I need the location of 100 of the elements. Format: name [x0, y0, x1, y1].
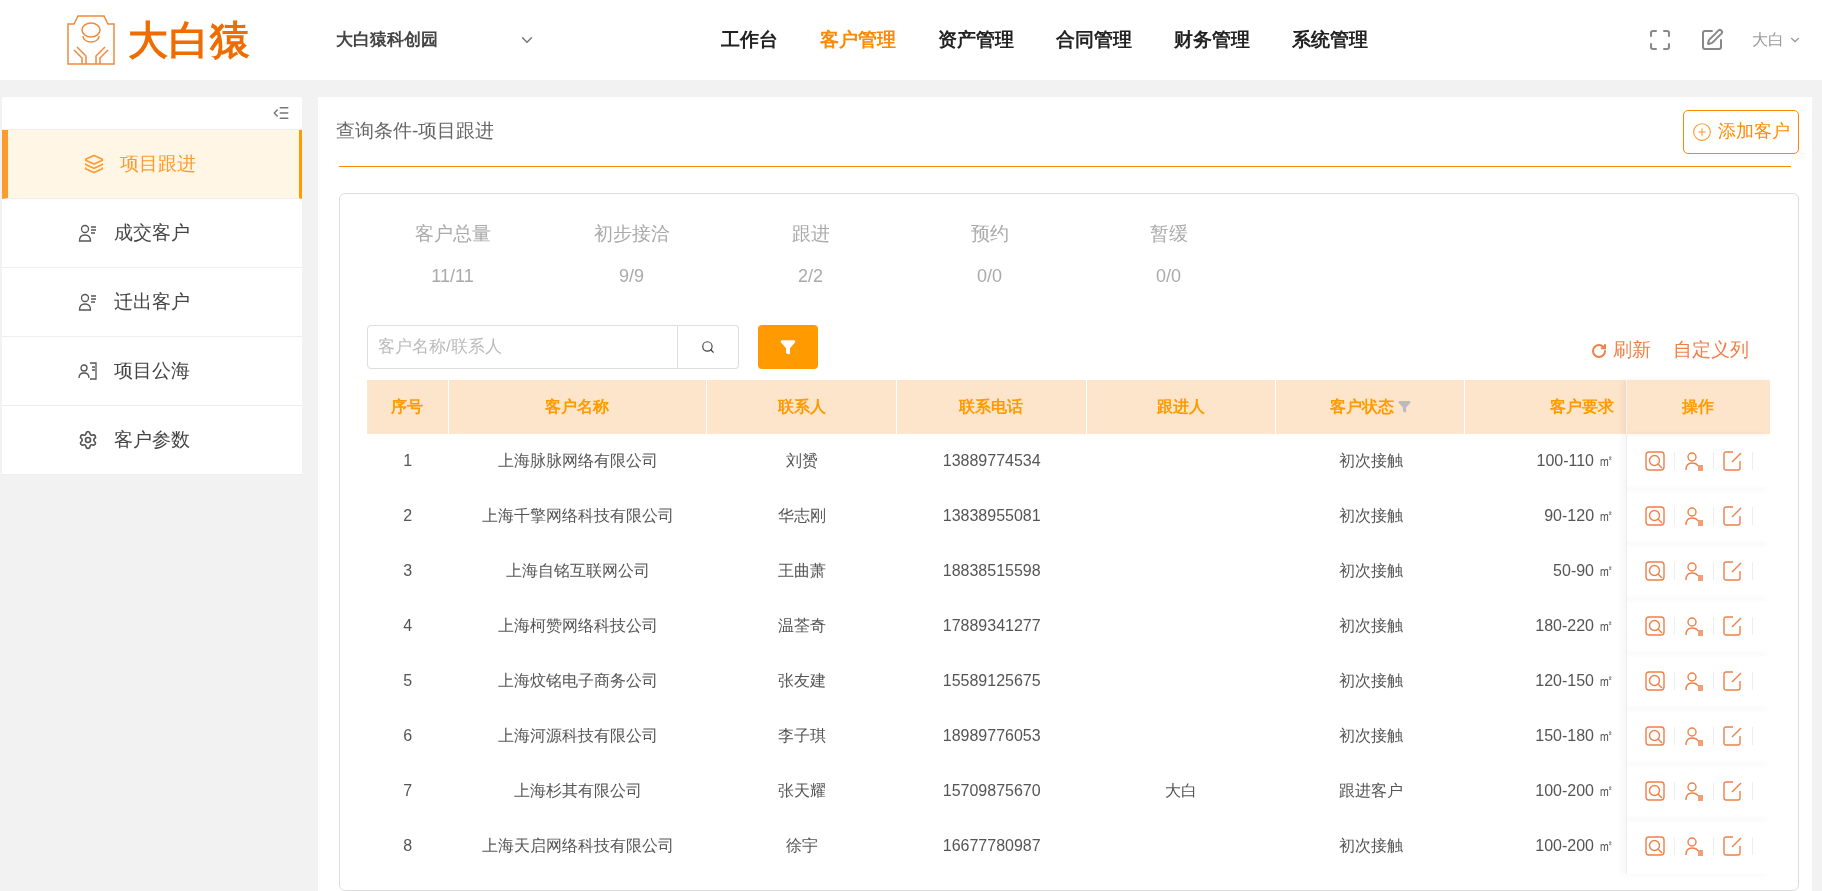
- user-list-icon: [78, 292, 98, 312]
- view-icon[interactable]: [1645, 616, 1666, 636]
- table-cell-text: 180-220 ㎡: [1535, 616, 1615, 636]
- search-field[interactable]: 客户名称/联系人: [367, 324, 678, 369]
- stat-label: 客户总量: [414, 222, 491, 246]
- nav-tab[interactable]: 合同管理: [1056, 25, 1132, 55]
- column-header: 客户要求: [1465, 379, 1627, 434]
- stat-label: 跟进: [791, 222, 830, 246]
- table-cell-text: 8: [403, 836, 413, 856]
- collapse-menu-icon[interactable]: [272, 104, 290, 122]
- table-cell-text: 上海河源科技有限公司: [497, 726, 658, 746]
- table-cell-text: 90-120 ㎡: [1544, 506, 1615, 526]
- search-icon: [701, 339, 715, 354]
- table-cell-text: 上海脉脉网络有限公司: [497, 451, 658, 471]
- stat-label: 预约: [970, 222, 1009, 246]
- filter-button[interactable]: [758, 324, 818, 369]
- table-cell-text: 华志刚: [778, 506, 826, 526]
- edit-icon[interactable]: [1723, 726, 1744, 746]
- table-cell-text: 上海千擎网络科技有限公司: [481, 506, 674, 526]
- table-cell-text: 初次接触: [1338, 616, 1403, 636]
- table-cell-text: 15589125675: [942, 671, 1041, 691]
- view-icon[interactable]: [1645, 451, 1666, 471]
- table-cell-text: 上海炆铭电子商务公司: [497, 671, 658, 691]
- sidebar-item[interactable]: 迁出客户: [2, 268, 302, 337]
- column-header: 联系人: [707, 379, 897, 434]
- search-button[interactable]: [678, 324, 739, 369]
- column-header: 客户状态: [1276, 379, 1466, 434]
- nav-tab[interactable]: 工作台: [721, 25, 778, 55]
- sidebar-item[interactable]: 成交客户: [2, 199, 302, 268]
- fullscreen-icon[interactable]: [1648, 28, 1672, 52]
- edit-icon[interactable]: [1723, 561, 1744, 581]
- view-icon[interactable]: [1645, 781, 1666, 801]
- user-list-icon: [78, 223, 98, 243]
- user-list-icon[interactable]: [1684, 836, 1705, 856]
- stat-label: 初步接洽: [593, 222, 670, 246]
- filter-icon[interactable]: [1397, 400, 1411, 413]
- view-icon[interactable]: [1645, 671, 1666, 691]
- stat-value: 2/2: [798, 264, 823, 288]
- stat-label: 暂缓: [1149, 222, 1188, 246]
- table-cell-text: 100-200 ㎡: [1535, 836, 1615, 856]
- view-icon[interactable]: [1645, 506, 1666, 526]
- column-header: 跟进人: [1086, 379, 1277, 434]
- edit-icon[interactable]: [1723, 781, 1744, 801]
- project-select[interactable]: 大白猿科创园: [336, 27, 536, 53]
- table-cell-text: 2: [403, 506, 413, 526]
- user-list-icon[interactable]: [1684, 726, 1705, 746]
- table-cell-text: 4: [403, 616, 413, 636]
- stat-value: 0/0: [1156, 264, 1181, 288]
- column-header: 客户名称: [448, 379, 708, 434]
- edit-icon[interactable]: [1723, 616, 1744, 636]
- table-cell-text: 温荃奇: [778, 616, 826, 636]
- sidebar-item[interactable]: 客户参数: [2, 406, 302, 475]
- view-icon[interactable]: [1645, 726, 1666, 746]
- user-list-icon[interactable]: [1684, 506, 1705, 526]
- view-icon[interactable]: [1645, 836, 1666, 856]
- user-card-icon: [78, 361, 98, 381]
- table-cell-text: 17889341277: [942, 616, 1041, 636]
- user-list-icon[interactable]: [1684, 451, 1705, 471]
- plus-circle-icon: [1692, 121, 1712, 142]
- table-cell-text: 初次接触: [1338, 726, 1403, 746]
- table-cell-text: 18989776053: [942, 726, 1041, 746]
- user-list-icon[interactable]: [1684, 781, 1705, 801]
- table-cell-text: 50-90 ㎡: [1553, 561, 1615, 581]
- sidebar-item[interactable]: 项目公海: [2, 337, 302, 406]
- table-cell-text: 刘赟: [786, 451, 818, 471]
- user-list-icon[interactable]: [1684, 561, 1705, 581]
- table-cell-text: 初次接触: [1338, 671, 1403, 691]
- user-list-icon[interactable]: [1684, 671, 1705, 691]
- table-cell-text: 3: [403, 561, 413, 581]
- table-cell-text: 7: [403, 781, 413, 801]
- page-title: 查询条件-项目跟进: [336, 119, 495, 144]
- table-cell-text: 150-180 ㎡: [1535, 726, 1615, 746]
- table-cell-text: 上海柯赞网络科技公司: [497, 616, 658, 636]
- table-cell-text: 大白: [1165, 781, 1198, 801]
- table-cell-text: 18838515598: [942, 561, 1041, 581]
- table-cell-text: 100-110 ㎡: [1536, 451, 1615, 471]
- table-cell-text: 徐宇: [786, 836, 818, 856]
- table-cell-text: 15709875670: [942, 781, 1041, 801]
- nav-tab[interactable]: 财务管理: [1174, 25, 1250, 55]
- edit-icon[interactable]: [1723, 506, 1744, 526]
- refresh-icon: [1591, 342, 1607, 359]
- note-edit-icon[interactable]: [1700, 28, 1724, 52]
- view-icon[interactable]: [1645, 561, 1666, 581]
- edit-icon[interactable]: [1723, 671, 1744, 691]
- nav-tab[interactable]: 资产管理: [938, 25, 1014, 55]
- user-list-icon[interactable]: [1684, 616, 1705, 636]
- table-cell-text: 李子琪: [778, 726, 826, 746]
- edit-icon[interactable]: [1723, 451, 1744, 471]
- table-cell-text: 初次接触: [1338, 451, 1403, 471]
- table-cell-text: 上海自铭互联网公司: [505, 561, 650, 581]
- column-header: 序号: [367, 379, 449, 434]
- table-cell-text: 王曲萧: [778, 561, 826, 581]
- table-cell-text: 16677780987: [942, 836, 1041, 856]
- nav-tab[interactable]: 系统管理: [1292, 25, 1368, 55]
- logo-text: 大白猿: [128, 17, 251, 64]
- table-cell-text: 120-150 ㎡: [1535, 671, 1615, 691]
- edit-icon[interactable]: [1723, 836, 1744, 856]
- column-header: 联系电话: [896, 379, 1087, 434]
- stat-value: 0/0: [977, 264, 1002, 288]
- stat-value: 11/11: [431, 264, 474, 288]
